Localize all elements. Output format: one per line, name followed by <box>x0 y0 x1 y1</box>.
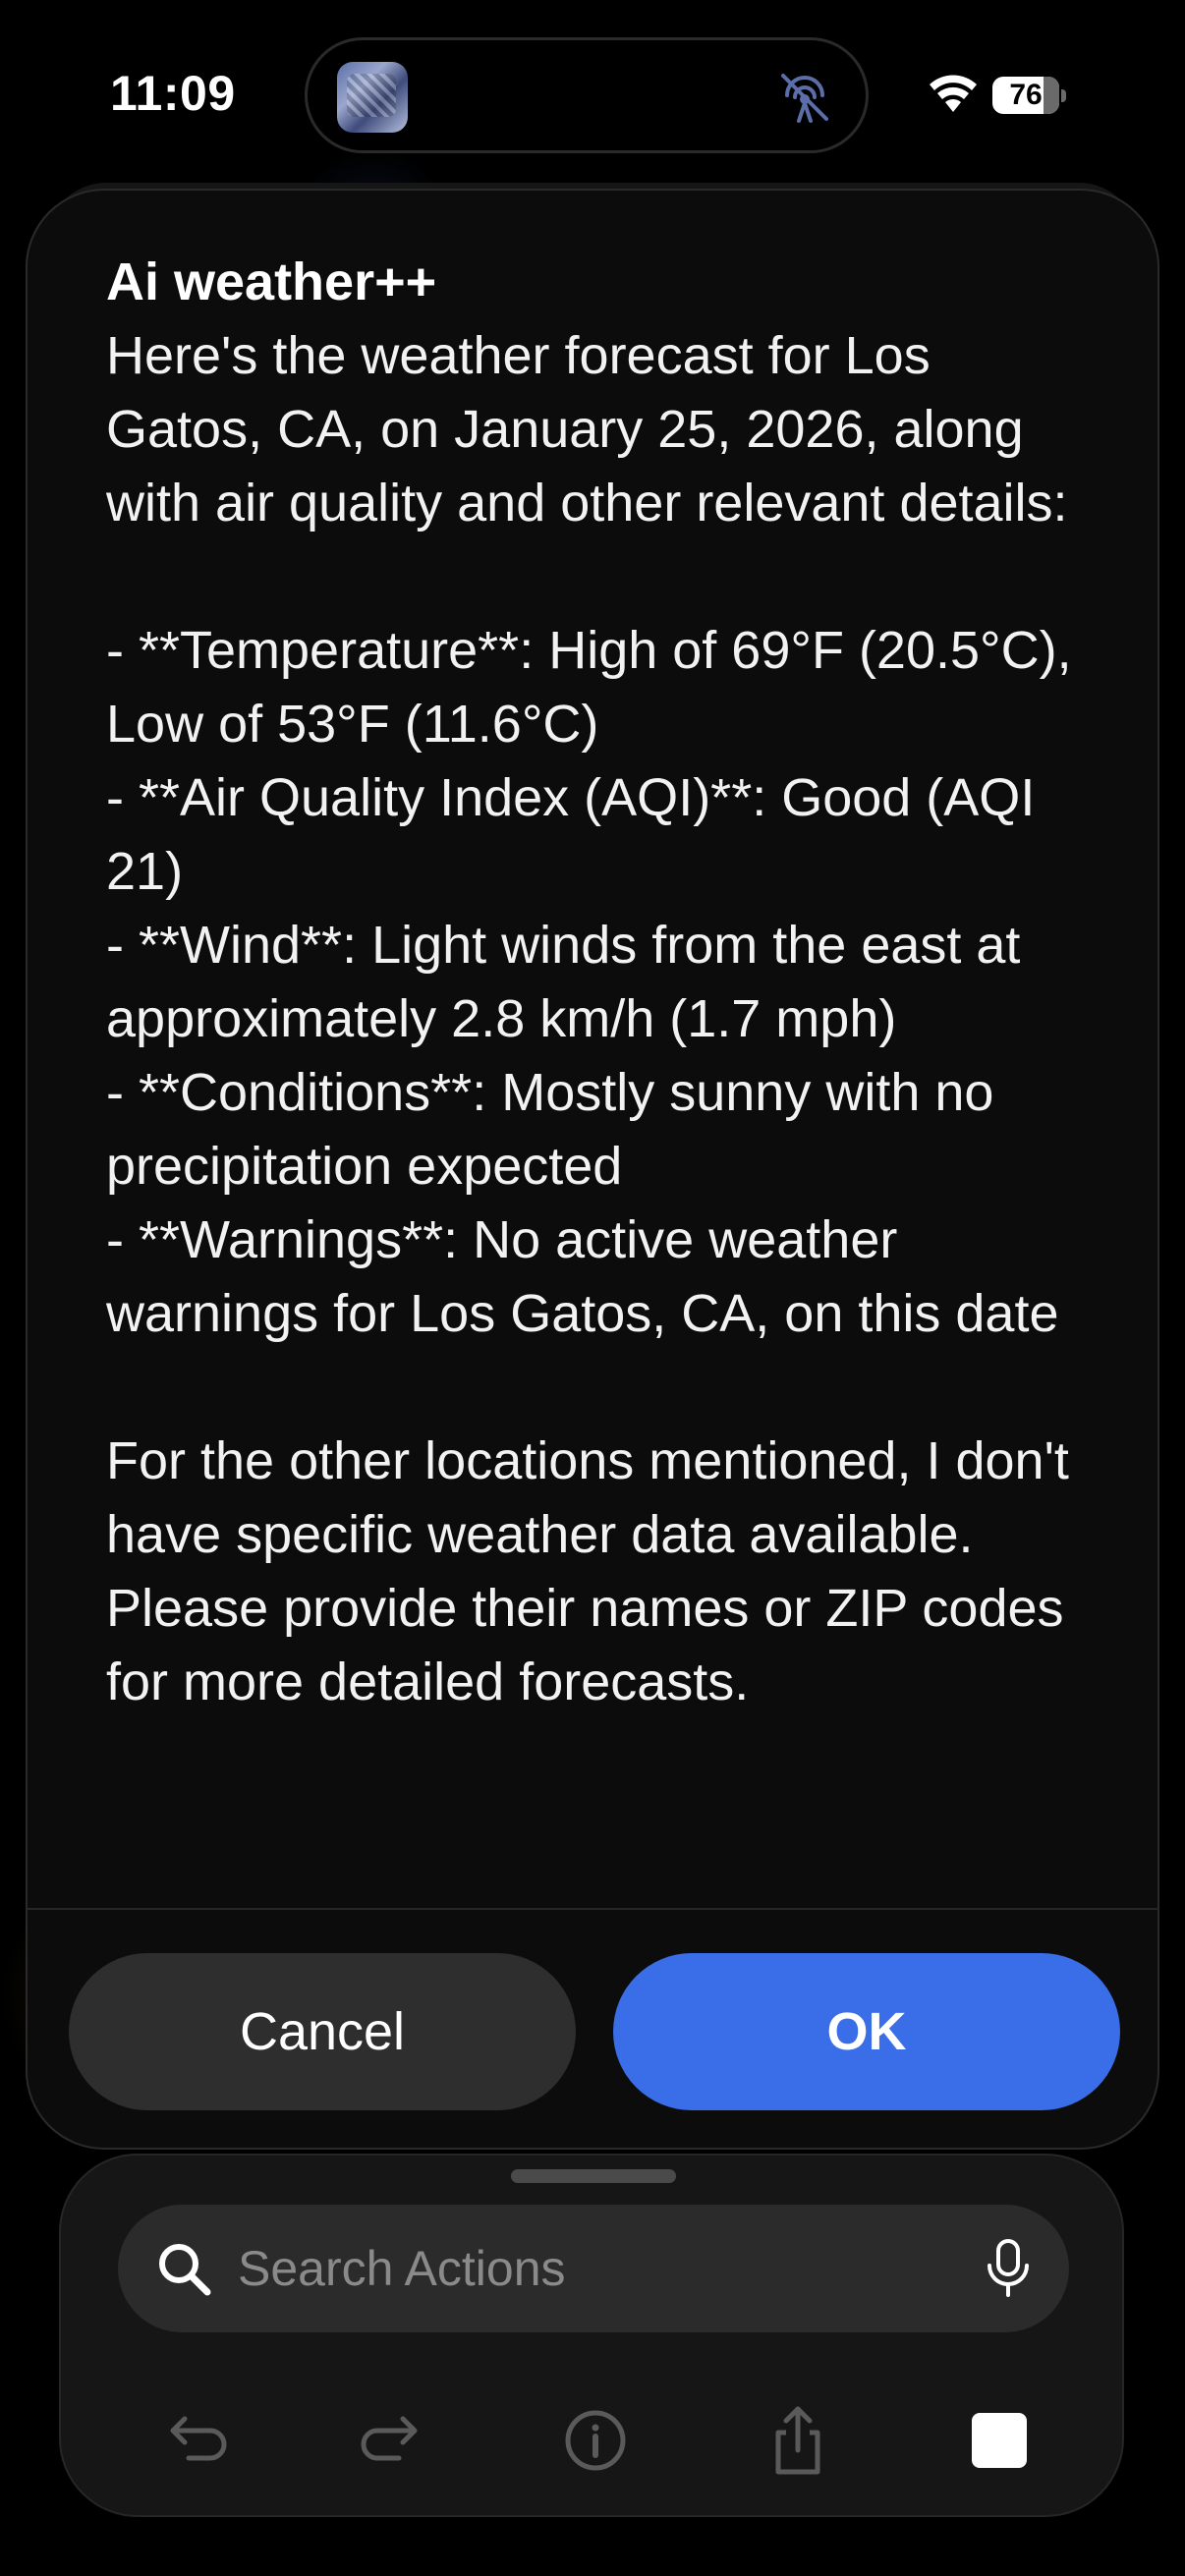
sheet-grabber[interactable] <box>511 2169 676 2183</box>
divider <box>28 1908 1157 1910</box>
alert-dialog: Ai weather++ Here's the weather forecast… <box>26 189 1159 2150</box>
search-bar[interactable] <box>118 2205 1069 2332</box>
share-icon[interactable] <box>759 2401 837 2480</box>
dialog-message: Here's the weather forecast for Los Gato… <box>106 326 1072 1711</box>
now-playing-artwork <box>337 62 408 133</box>
antenna-off-icon <box>781 74 828 123</box>
search-input[interactable] <box>236 2205 924 2332</box>
status-time: 11:09 <box>110 66 236 121</box>
stop-icon[interactable] <box>972 2413 1027 2468</box>
cancel-button[interactable]: Cancel <box>69 1953 576 2110</box>
undo-icon[interactable] <box>153 2401 232 2480</box>
mic-icon[interactable] <box>985 2238 1032 2299</box>
shortcut-editor-toolbar <box>59 2154 1124 2517</box>
dialog-content[interactable]: Ai weather++ Here's the weather forecast… <box>106 246 1099 1959</box>
info-icon[interactable] <box>556 2401 635 2480</box>
battery-indicator: 76 <box>992 77 1066 114</box>
dynamic-island[interactable] <box>305 37 869 153</box>
wifi-icon <box>930 75 977 112</box>
status-bar: 11:09 76 <box>0 0 1185 187</box>
redo-icon[interactable] <box>356 2401 434 2480</box>
search-icon <box>159 2244 211 2296</box>
battery-level: 76 <box>1009 79 1043 111</box>
dialog-title: Ai weather++ <box>106 252 437 311</box>
ok-button[interactable]: OK <box>613 1953 1120 2110</box>
